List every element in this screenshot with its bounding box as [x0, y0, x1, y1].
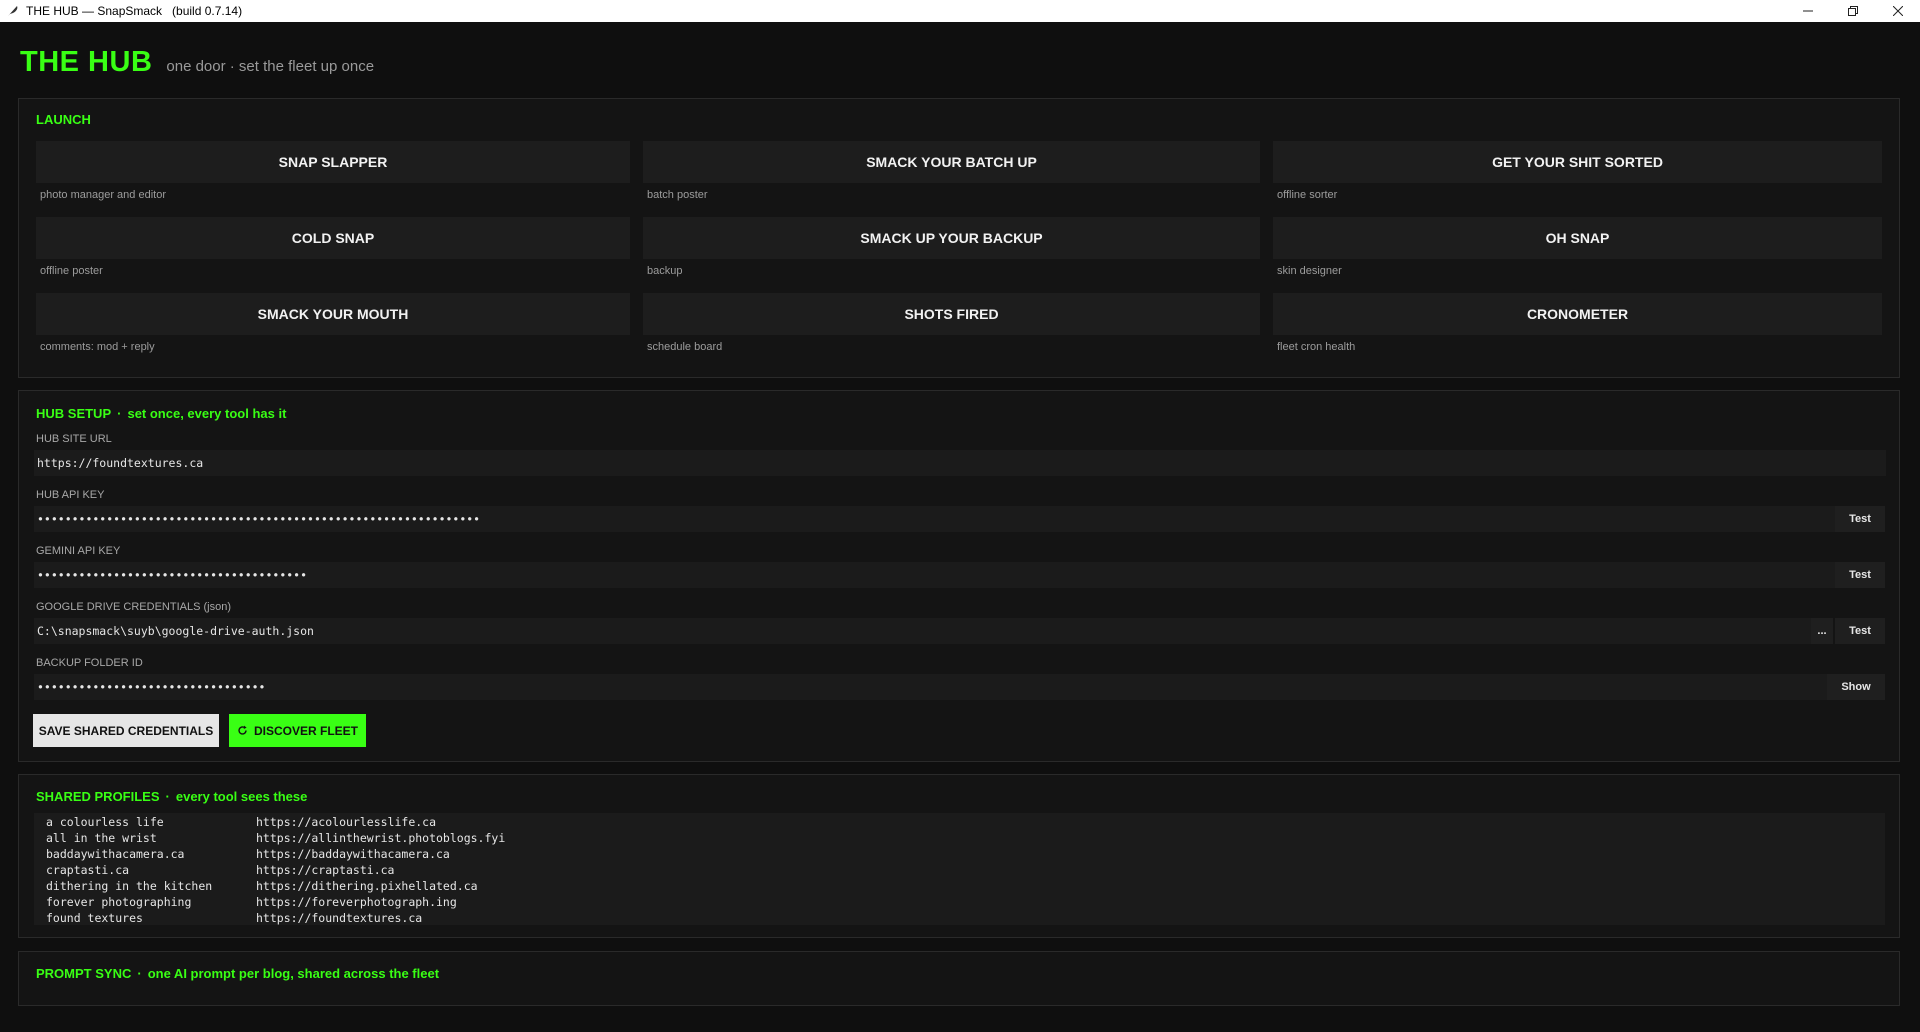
hub-header: THE HUB one door · set the fleet up once	[20, 46, 374, 79]
shared-profiles-panel: SHARED PROFILES · every tool sees these a …	[18, 774, 1900, 938]
page-title: THE HUB	[20, 46, 153, 78]
profiles-list[interactable]: a colourless life https://acolourlesslife…	[34, 813, 1885, 925]
window-title-bar: THE HUB — SnapSmack (build 0.7.14)	[0, 0, 1920, 22]
hub-setup-section-label: HUB SETUP · set once, every tool has it	[36, 406, 287, 421]
tool-description: schedule board	[647, 341, 723, 353]
restore-icon[interactable]	[1830, 0, 1875, 22]
launch-tile: GET YOUR SHIT SORTED offline sorter	[1273, 141, 1882, 201]
cold-snap-button[interactable]: COLD SNAP	[36, 217, 630, 259]
feather-icon	[6, 4, 20, 18]
section-tagline: one AI prompt per blog, shared across th…	[147, 966, 440, 981]
launch-section-label: LAUNCH	[36, 112, 91, 127]
profile-url: https://acolourlesslife.ca	[256, 815, 437, 829]
shared-profiles-section-label: SHARED PROFILES · every tool sees these	[36, 789, 308, 804]
list-item[interactable]: baddaywithacamera.ca https://baddaywithac…	[46, 847, 450, 863]
launch-tile: SNAP SLAPPER photo manager and editor	[36, 141, 630, 201]
test-drive-credentials-button[interactable]: Test	[1835, 618, 1885, 644]
test-hub-api-key-button[interactable]: Test	[1835, 506, 1885, 532]
launch-tile: SMACK YOUR BATCH UP batch poster	[643, 141, 1260, 201]
discover-fleet-label: DISCOVER FLEET	[253, 723, 358, 738]
launch-tile: CRONOMETER fleet cron health	[1273, 293, 1882, 353]
list-item[interactable]: a colourless life https://acolourlesslife…	[46, 815, 436, 831]
page-subtitle: one door · set the fleet up once	[166, 58, 375, 75]
backup-folder-id-label: BACKUP FOLDER ID	[36, 657, 143, 669]
launch-tile: OH SNAP skin designer	[1273, 217, 1882, 277]
profile-name: baddaywithacamera.ca	[46, 847, 185, 861]
snap-slapper-button[interactable]: SNAP SLAPPER	[36, 141, 630, 183]
tool-description: offline poster	[40, 265, 103, 277]
google-drive-credentials-field[interactable]: C:\snapsmack\suyb\google-drive-auth.json	[34, 618, 1824, 644]
profile-name: a colourless life	[46, 815, 164, 829]
refresh-icon	[237, 725, 248, 736]
section-tagline: every tool sees these	[175, 789, 308, 804]
profile-url: https://dithering.pixhellated.ca	[256, 879, 478, 893]
profile-name: all in the wrist	[46, 831, 157, 845]
oh-snap-button[interactable]: OH SNAP	[1273, 217, 1882, 259]
tool-description: comments: mod + reply	[40, 341, 155, 353]
discover-fleet-button[interactable]: DISCOVER FLEET	[229, 714, 366, 747]
launch-tile: SHOTS FIRED schedule board	[643, 293, 1260, 353]
prompt-sync-section-label: PROMPT SYNC · one AI prompt per blog, shar…	[36, 966, 440, 981]
backup-folder-id-field[interactable]: •••••••••••••••••••••••••••••••••	[34, 674, 1842, 700]
show-backup-folder-id-button[interactable]: Show	[1827, 674, 1885, 700]
launch-row: SNAP SLAPPER photo manager and editor SM…	[36, 141, 1882, 203]
section-title: PROMPT SYNC	[36, 966, 132, 981]
profile-name: found textures	[46, 911, 143, 925]
gemini-api-key-field[interactable]: •••••••••••••••••••••••••••••••••••••••	[34, 562, 1850, 588]
smack-up-your-backup-button[interactable]: SMACK UP YOUR BACKUP	[643, 217, 1260, 259]
hub-site-url-field[interactable]: https://foundtextures.ca	[34, 450, 1886, 476]
list-item[interactable]: all in the wrist https://allinthewrist.ph…	[46, 831, 505, 847]
browse-button[interactable]: ...	[1811, 618, 1833, 644]
window-title: THE HUB — SnapSmack (build 0.7.14)	[26, 4, 243, 18]
launch-panel: LAUNCH SNAP SLAPPER photo manager and ed…	[18, 98, 1900, 378]
profile-name: forever photographing	[46, 895, 192, 909]
profile-url: https://baddaywithacamera.ca	[256, 847, 450, 861]
tool-description: offline sorter	[1277, 189, 1338, 201]
launch-tile: SMACK YOUR MOUTH comments: mod + reply	[36, 293, 630, 353]
launch-tile: COLD SNAP offline poster	[36, 217, 630, 277]
test-gemini-api-key-button[interactable]: Test	[1835, 562, 1885, 588]
profile-url: https://foundtextures.ca	[256, 911, 423, 925]
save-shared-credentials-button[interactable]: SAVE SHARED CREDENTIALS	[33, 714, 219, 747]
launch-row: SMACK YOUR MOUTH comments: mod + reply S…	[36, 293, 1882, 355]
list-item[interactable]: forever photographing https://foreverphot…	[46, 895, 457, 911]
launch-tile: SMACK UP YOUR BACKUP backup	[643, 217, 1260, 277]
hub-setup-panel: HUB SETUP · set once, every tool has it HU…	[18, 390, 1900, 762]
google-drive-credentials-label: GOOGLE DRIVE CREDENTIALS (json)	[36, 601, 231, 613]
cronometer-button[interactable]: CRONOMETER	[1273, 293, 1882, 335]
list-item[interactable]: craptasti.ca https://craptasti.ca	[46, 863, 394, 879]
minimize-icon[interactable]	[1785, 0, 1830, 22]
section-title: HUB SETUP	[36, 406, 112, 421]
shots-fired-button[interactable]: SHOTS FIRED	[643, 293, 1260, 335]
get-your-shit-sorted-button[interactable]: GET YOUR SHIT SORTED	[1273, 141, 1882, 183]
profile-url: https://foreverphotograph.ing	[256, 895, 457, 909]
launch-row: COLD SNAP offline poster SMACK UP YOUR B…	[36, 217, 1882, 279]
list-item[interactable]: dithering in the kitchen https://ditherin…	[46, 879, 478, 895]
profile-url: https://craptasti.ca	[256, 863, 395, 877]
hub-api-key-field[interactable]: ••••••••••••••••••••••••••••••••••••••••…	[34, 506, 1850, 532]
tool-description: backup	[647, 265, 683, 277]
smack-your-batch-up-button[interactable]: SMACK YOUR BATCH UP	[643, 141, 1260, 183]
smack-your-mouth-button[interactable]: SMACK YOUR MOUTH	[36, 293, 630, 335]
profile-name: dithering in the kitchen	[46, 879, 213, 893]
profile-url: https://allinthewrist.photoblogs.fyi	[256, 831, 506, 845]
list-item[interactable]: found textures https://foundtextures.ca	[46, 911, 422, 927]
section-tagline: set once, every tool has it	[127, 406, 287, 421]
close-icon[interactable]	[1875, 0, 1920, 22]
tool-description: batch poster	[647, 189, 708, 201]
profile-name: craptasti.ca	[46, 863, 130, 877]
gemini-api-key-label: GEMINI API KEY	[36, 545, 121, 557]
section-title: SHARED PROFILES	[36, 789, 160, 804]
tool-description: skin designer	[1277, 265, 1342, 277]
prompt-sync-panel: PROMPT SYNC · one AI prompt per blog, shar…	[18, 951, 1900, 1006]
tool-description: photo manager and editor	[40, 189, 166, 201]
hub-api-key-label: HUB API KEY	[36, 489, 105, 501]
tool-description: fleet cron health	[1277, 341, 1356, 353]
hub-site-url-label: HUB SITE URL	[36, 433, 112, 445]
